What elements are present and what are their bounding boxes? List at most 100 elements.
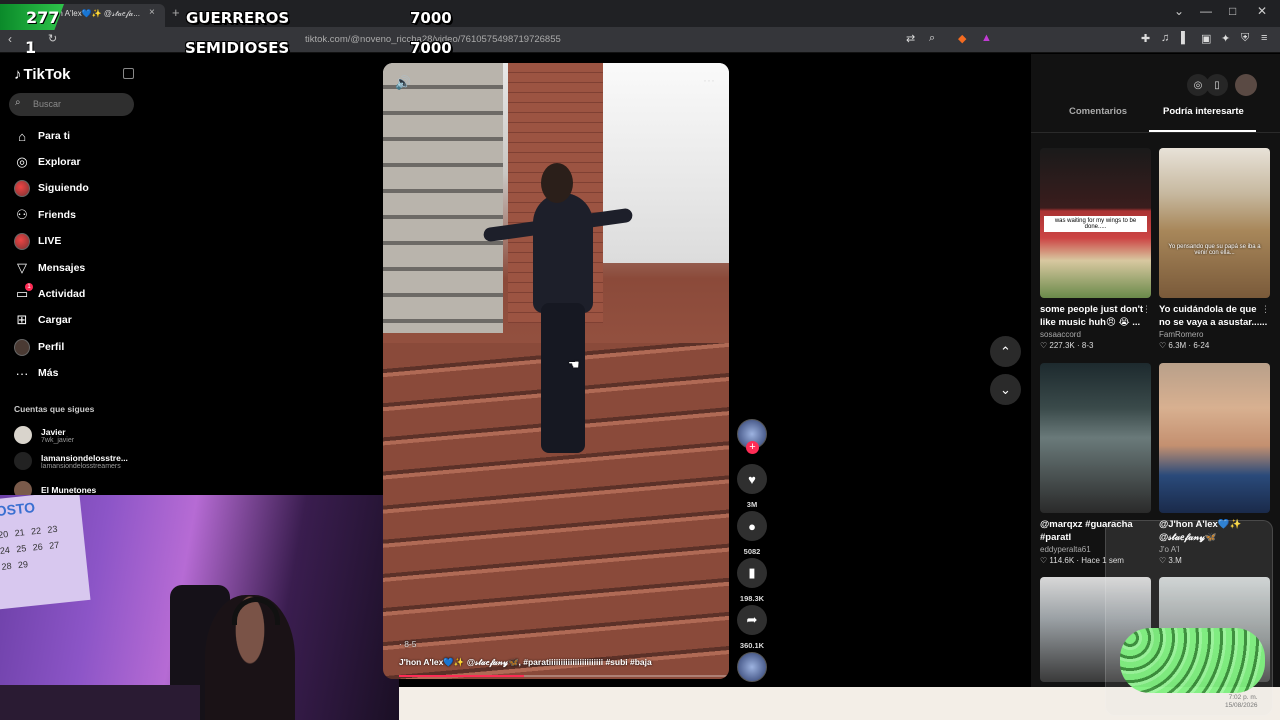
tab-close-icon[interactable]: ×: [149, 7, 155, 18]
vpn-icon[interactable]: ⛨: [1241, 32, 1249, 45]
next-video-button[interactable]: ⌄: [990, 374, 1021, 405]
back-icon[interactable]: ‹: [8, 32, 12, 46]
sidebar-item-para-ti[interactable]: ⌂ Para ti: [14, 127, 70, 145]
tab-suggested[interactable]: Podría interesarte: [1163, 106, 1244, 117]
sidebar-item-perfil[interactable]: Perfil: [14, 338, 64, 356]
save-button[interactable]: ▮ 198.3K: [737, 558, 767, 603]
menu-icon[interactable]: ≡: [1261, 32, 1267, 44]
search-icon: ⌕: [15, 97, 21, 108]
siguiendo-avatar: [14, 179, 30, 197]
card-author: FamRomero: [1159, 330, 1204, 339]
minimize-icon[interactable]: —: [1200, 4, 1212, 18]
avatar: [14, 426, 32, 444]
heart-outline-icon: ♡: [1040, 341, 1050, 350]
hand-cursor-icon: ☚: [568, 357, 580, 372]
sidebar-item-actividad[interactable]: ▭ 1 Actividad: [14, 283, 85, 303]
sidebar-toggle-icon[interactable]: ▌: [1181, 32, 1189, 44]
tab-comments[interactable]: Comentarios: [1069, 106, 1127, 117]
video-more-icon[interactable]: ···: [703, 73, 715, 87]
video-player[interactable]: 🔊 ··· · 8-5 J'hon A'lex💙✨ @𝓈𝓉𝒶𝑒𝒻𝒶𝓃𝓎🦋, #p…: [383, 63, 729, 679]
card-title: Yo cuidándola de que no se vaya a asusta…: [1159, 304, 1268, 328]
extensions-icon[interactable]: ✚: [1141, 32, 1150, 45]
bookmark-icon: ▮: [737, 558, 767, 588]
system-clock: 7:02 p. m. 15/08/2026: [1225, 694, 1258, 709]
translate-icon[interactable]: ⇄: [906, 32, 915, 45]
reload-icon[interactable]: ↻: [48, 32, 57, 45]
phone-icon[interactable]: ▯: [1206, 74, 1228, 96]
suggested-video-card[interactable]: Yo pensando que su papá se iba a venir c…: [1159, 148, 1270, 350]
video-thumbnail: [1159, 363, 1270, 513]
send-icon: ▽: [17, 260, 27, 275]
music-disc-icon: [737, 652, 767, 682]
heart-icon: ♥: [737, 464, 767, 494]
video-thumbnail: Yo pensando que su papá se iba a venir c…: [1159, 148, 1270, 298]
stream-badge-number: 277: [26, 8, 60, 27]
volume-icon[interactable]: 🔊: [395, 75, 411, 91]
search-input[interactable]: ⌕ Buscar: [9, 93, 134, 116]
sidebar-item-friends[interactable]: ⚇ Friends: [14, 206, 76, 224]
sidebar-item-cargar[interactable]: ⊞ Cargar: [14, 311, 72, 329]
webcam-overlay: OSTO 20 21 22 23 24 25 26 27 28 29: [0, 495, 399, 720]
music-disc-button[interactable]: [737, 652, 767, 682]
sidebar-item-mas[interactable]: ··· Más: [14, 364, 59, 382]
search-placeholder: Buscar: [33, 99, 62, 109]
live-avatar: [14, 232, 30, 250]
follow-plus-icon[interactable]: +: [746, 441, 759, 454]
sidebar-item-siguiendo[interactable]: Siguiendo: [14, 179, 89, 197]
calendar-days: 20 21 22 23 24 25 26 27 28 29: [0, 523, 60, 572]
like-button[interactable]: ♥ 3M: [737, 464, 767, 509]
save-count: 198.3K: [739, 594, 765, 603]
collapse-sidebar-icon[interactable]: [123, 68, 134, 79]
activity-badge: 1: [25, 283, 33, 291]
inbox-icon: ▭ 1: [14, 283, 33, 302]
sidebar-item-mensajes[interactable]: ▽ Mensajes: [14, 259, 85, 277]
more-icon: ···: [15, 365, 29, 381]
video-caption: J'hon A'lex💙✨ @𝓈𝓉𝒶𝑒𝒻𝒶𝓃𝓎🦋, #paratiiiiiiii…: [399, 657, 652, 667]
following-item[interactable]: Javier 7wk_javier: [14, 426, 74, 444]
tab-list-icon[interactable]: ⌄: [1174, 4, 1184, 18]
sidebar-item-live[interactable]: LIVE: [14, 232, 61, 250]
tiktok-logo[interactable]: ♪ TikTok: [14, 66, 70, 83]
following-item[interactable]: lamansiondelosstre... lamansiondelosstre…: [14, 452, 128, 470]
video-progress-fill: [399, 675, 525, 677]
card-meta: ♡ 6.3M · 6-24: [1159, 341, 1210, 350]
avatar: [14, 452, 32, 470]
video-date: · 8-5: [399, 639, 417, 649]
comment-icon: ●: [737, 511, 767, 541]
friends-icon: ⚇: [16, 207, 28, 222]
like-count: 3M: [746, 500, 758, 509]
card-more-icon[interactable]: ⋮: [1261, 304, 1270, 315]
tiktok-note-icon: ♪: [14, 66, 22, 83]
video-thumbnail: [1040, 363, 1151, 513]
comment-button[interactable]: ● 5082: [737, 511, 767, 556]
desk: [0, 685, 200, 720]
sidebar-item-explorar[interactable]: ◎ Explorar: [14, 153, 80, 171]
zoom-icon[interactable]: ⌕: [929, 32, 935, 45]
rewards-icon[interactable]: ▲: [981, 32, 992, 44]
comment-count: 5082: [743, 547, 761, 556]
new-tab-icon[interactable]: +: [172, 5, 180, 20]
card-more-icon[interactable]: ⋮: [1142, 304, 1151, 315]
media-icon[interactable]: ♫: [1161, 32, 1169, 44]
maximize-icon[interactable]: □: [1229, 4, 1236, 18]
suggested-video-card[interactable]: was waiting for my wings to be done.....…: [1040, 148, 1151, 350]
card-author: sosaaccord: [1040, 330, 1081, 339]
author-avatar-button[interactable]: +: [737, 419, 767, 454]
wallet-icon[interactable]: ▣: [1201, 32, 1211, 45]
clover-decoration: [1120, 628, 1265, 693]
video-progress[interactable]: [399, 675, 729, 677]
avatar[interactable]: [1235, 74, 1257, 96]
previous-video-button[interactable]: ⌃: [990, 336, 1021, 367]
share-button[interactable]: ➦ 360.1K: [737, 605, 767, 650]
following-title: Cuentas que sigues: [14, 404, 95, 414]
heart-outline-icon: ♡: [1040, 556, 1050, 565]
leo-icon[interactable]: ✦: [1221, 32, 1230, 45]
brave-shield-icon[interactable]: ◆: [958, 32, 966, 45]
card-meta: ♡ 227.3K · 8-3: [1040, 341, 1094, 350]
share-icon: ➦: [737, 605, 767, 635]
card-title: some people just don't like music huh😠 😭…: [1040, 304, 1144, 328]
window-close-icon[interactable]: ✕: [1257, 4, 1267, 18]
team1-name: GUERREROS: [186, 9, 290, 27]
chevron-down-icon: ⌄: [1000, 381, 1011, 397]
team2-score: 7000: [410, 39, 452, 57]
